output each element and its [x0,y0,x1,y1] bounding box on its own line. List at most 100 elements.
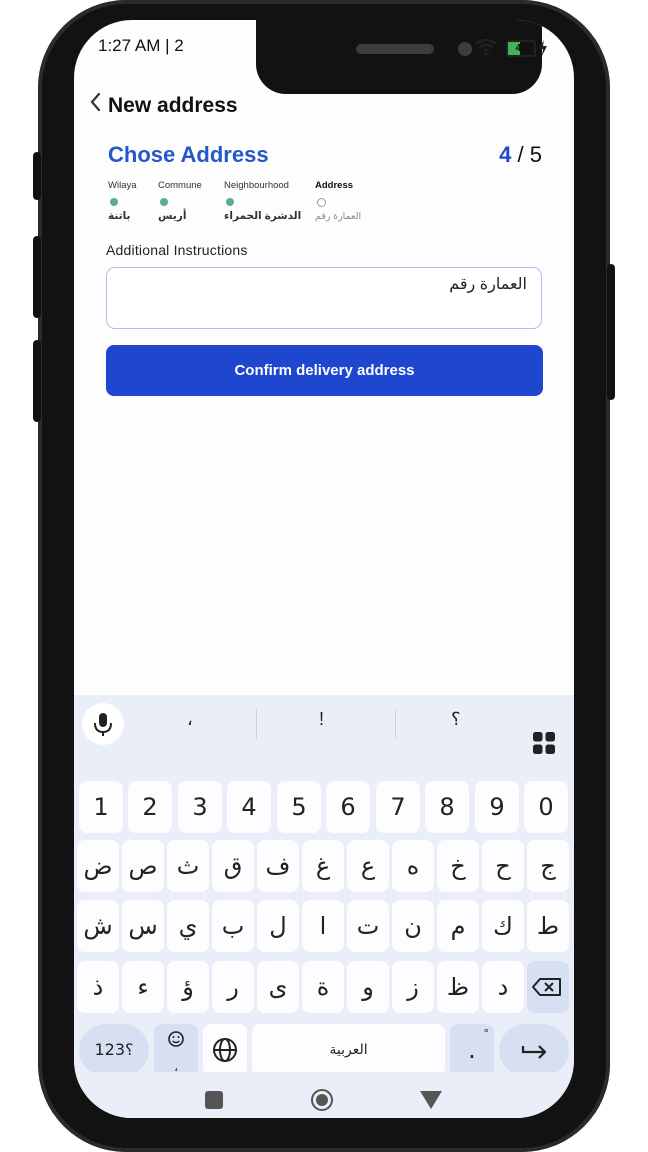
back-triangle-icon[interactable] [420,1091,442,1109]
suggestion-divider [256,709,257,739]
key-letter[interactable]: ذ [77,961,119,1013]
battery-level: 43 [515,43,527,54]
key-3[interactable]: 3 [178,781,222,833]
keyboard: ، ! ؟ 1 2 3 4 5 6 7 8 9 0 ض ص ث ق ف غ ع … [74,695,574,1118]
key-letter[interactable]: ش [77,900,119,952]
back-arrow-icon[interactable] [84,88,108,118]
step-neighbourhood[interactable]: Neighbourhood الدشرة الحمراء [224,180,301,222]
emoji-icon [168,1031,184,1047]
key-letter[interactable]: ب [212,900,254,952]
step-done-dot [110,198,118,206]
key-2[interactable]: 2 [128,781,172,833]
key-5[interactable]: 5 [277,781,321,833]
apps-grid-icon[interactable] [532,731,556,755]
key-1[interactable]: 1 [79,781,123,833]
key-letter[interactable]: د [482,961,524,1013]
recent-apps-icon[interactable] [205,1091,223,1109]
step-value: الدشرة الحمراء [224,210,302,222]
key-letter[interactable]: ل [257,900,299,952]
key-letter[interactable]: ر [212,961,254,1013]
step-separator: / [517,142,524,167]
instructions-textarea[interactable]: العمارة رقم [106,267,542,329]
key-letter[interactable]: ظ [437,961,479,1013]
emoji-key[interactable]: ، [154,1024,198,1076]
step-label: Wilaya [108,180,137,191]
symbols-key[interactable]: ؟123 [79,1024,149,1076]
mic-button[interactable] [82,703,124,745]
key-letter[interactable]: ؤ [167,961,209,1013]
side-button [33,152,41,200]
step-value: باتنة [108,210,131,222]
key-4[interactable]: 4 [227,781,271,833]
key-letter[interactable]: ص [122,840,164,892]
step-commune[interactable]: Commune أريس [158,180,202,222]
key-letter[interactable]: س [122,900,164,952]
key-letter[interactable]: ط [527,900,569,952]
suggestion-1[interactable]: ، [187,709,193,730]
key-letter[interactable]: غ [302,840,344,892]
key-letter[interactable]: ث [167,840,209,892]
system-navigation-bar [74,1072,574,1118]
step-address[interactable]: Address العمارة رقم [315,180,361,222]
page-title: New address [108,94,238,117]
period-label: . [468,1036,476,1064]
key-letter[interactable]: ك [482,900,524,952]
key-letter[interactable]: م [437,900,479,952]
step-label: Address [315,180,354,191]
speaker-grille [356,44,434,54]
key-9[interactable]: 9 [475,781,519,833]
step-value: العمارة رقم [315,211,362,222]
status-time: 1:27 AM | 2 [98,36,184,55]
key-6[interactable]: 6 [326,781,370,833]
step-current: 4 [499,142,512,167]
key-7[interactable]: 7 [376,781,420,833]
key-letter[interactable]: خ [437,840,479,892]
microphone-icon [94,713,112,736]
power-button [607,264,615,400]
backspace-key[interactable] [527,961,569,1013]
suggestion-divider [395,709,396,739]
home-icon[interactable] [310,1088,334,1112]
backspace-icon [532,978,561,996]
key-letter[interactable]: ز [392,961,434,1013]
key-letter[interactable]: ع [347,840,389,892]
enter-key[interactable] [499,1024,569,1076]
step-total: 5 [529,142,542,167]
key-letter[interactable]: و [347,961,389,1013]
language-key[interactable] [203,1024,247,1076]
key-letter[interactable]: ى [257,961,299,1013]
instructions-value: العمارة رقم [449,276,527,293]
period-key-sub: ° [483,1027,490,1040]
step-value: أريس [158,210,187,222]
confirm-address-button[interactable]: Confirm delivery address [106,345,543,396]
space-key[interactable]: العربية [252,1024,445,1076]
period-key[interactable]: . ° [450,1024,494,1076]
key-letter[interactable]: ء [122,961,164,1013]
key-letter[interactable]: ه [392,840,434,892]
key-letter[interactable]: ج [527,840,569,892]
key-letter[interactable]: ن [392,900,434,952]
key-8[interactable]: 8 [425,781,469,833]
key-letter[interactable]: ف [257,840,299,892]
step-done-dot [226,198,234,206]
step-counter: 4 / 5 [499,142,542,168]
suggestion-2[interactable]: ! [319,709,324,730]
step-done-dot [160,198,168,206]
key-letter[interactable]: ا [302,900,344,952]
key-letter[interactable]: ت [347,900,389,952]
key-letter[interactable]: ض [77,840,119,892]
globe-icon [213,1038,237,1062]
section-title: Chose Address [108,142,269,167]
suggestion-bar: ، ! ؟ [74,695,574,754]
volume-up-button [33,236,41,318]
suggestion-3[interactable]: ؟ [451,709,461,730]
step-wilaya[interactable]: Wilaya باتنة [108,180,137,222]
key-letter[interactable]: ق [212,840,254,892]
key-letter[interactable]: ي [167,900,209,952]
battery-icon: 43 [506,40,536,57]
key-letter[interactable]: ة [302,961,344,1013]
key-0[interactable]: 0 [524,781,568,833]
key-letter[interactable]: ح [482,840,524,892]
front-camera [458,42,472,56]
step-label: Neighbourhood [224,180,289,191]
